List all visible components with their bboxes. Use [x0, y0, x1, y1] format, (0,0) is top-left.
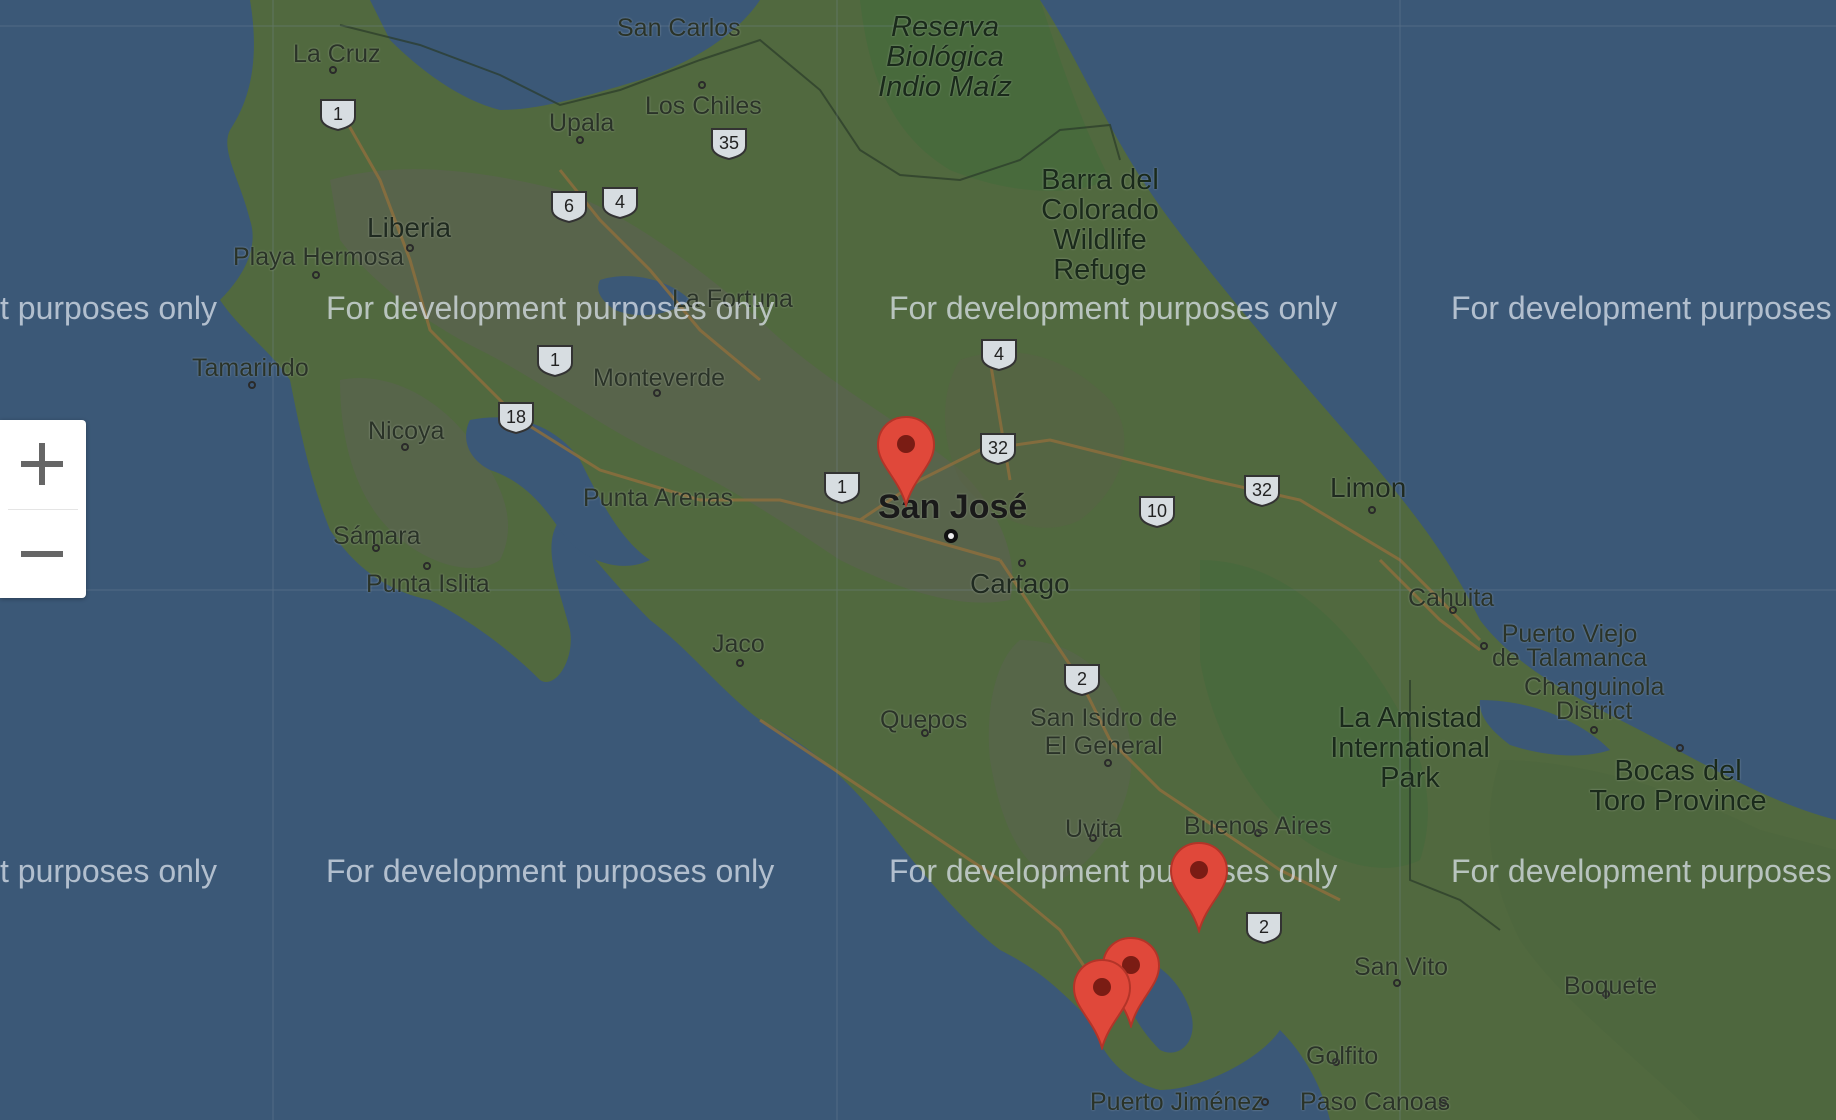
label-liberia: Liberia: [367, 212, 452, 243]
label-uvita: Uvita: [1065, 815, 1122, 843]
label-bocas-line1: Bocas del: [1614, 755, 1742, 787]
route-shield: 4: [600, 185, 640, 219]
plus-icon: [21, 443, 63, 485]
label-reserva-line3: Indio Maíz: [878, 71, 1012, 103]
label-san-isidro-line2: El General: [1044, 732, 1163, 760]
map-terrain: [0, 0, 1836, 1120]
label-reserva-line2: Biológica: [886, 41, 1004, 73]
label-boquete: Boquete: [1564, 972, 1658, 1000]
label-los-chiles: Los Chiles: [645, 92, 762, 120]
label-barra-del-colorado: Barra del Colorado Wildlife Refuge: [1020, 165, 1180, 285]
label-cartago: Cartago: [970, 568, 1070, 599]
label-puerto-viejo-line2: de Talamanca: [1492, 644, 1648, 672]
route-shield: 1: [318, 97, 358, 131]
dev-watermark: For development purposes only: [889, 853, 1338, 889]
label-san-vito: San Vito: [1354, 953, 1449, 981]
label-barra-line2: Colorado: [1041, 194, 1159, 226]
label-punta-arenas: Punta Arenas: [583, 484, 734, 512]
label-amistad-line2: International: [1330, 732, 1490, 764]
route-shield: 32: [978, 431, 1018, 465]
label-golfito: Golfito: [1306, 1042, 1379, 1070]
label-cahuita: Cahuita: [1408, 584, 1495, 612]
map-marker[interactable]: [1072, 958, 1132, 1052]
dev-watermark: For development purposes: [1451, 853, 1832, 889]
dev-watermark: For development purposes only: [326, 290, 775, 326]
label-samara: Sámara: [333, 522, 421, 550]
label-bocas-line2: Toro Province: [1589, 785, 1767, 817]
label-punta-islita: Punta Islita: [366, 570, 490, 598]
dev-watermark: t purposes only: [0, 853, 218, 889]
label-playa-hermosa: Playa Hermosa: [233, 243, 404, 271]
label-quepos: Quepos: [880, 706, 968, 734]
label-barra-line1: Barra del: [1041, 164, 1159, 196]
label-san-isidro: San Isidro de El General: [1030, 704, 1177, 760]
zoom-control: [0, 420, 86, 598]
label-puerto-jimenez: Puerto Jiménez: [1090, 1088, 1264, 1116]
zoom-out-button[interactable]: [0, 510, 86, 598]
dev-watermark: For development purposes: [1451, 290, 1832, 326]
label-san-carlos: San Carlos: [617, 14, 741, 42]
map-canvas[interactable]: San Carlos La Cruz Upala Los Chiles Rese…: [0, 0, 1836, 1120]
label-upala: Upala: [549, 109, 615, 137]
label-amistad-line1: La Amistad: [1338, 702, 1482, 734]
label-amistad-line3: Park: [1380, 762, 1440, 794]
label-jaco: Jaco: [712, 630, 765, 658]
label-la-cruz: La Cruz: [293, 40, 381, 68]
label-changuinola: Changuinola District: [1524, 673, 1665, 725]
label-puerto-viejo-line1: Puerto Viejo: [1501, 620, 1638, 648]
route-shield: 10: [1137, 494, 1177, 528]
label-reserva-indio-maiz: Reserva Biológica Indio Maíz: [870, 12, 1020, 102]
route-shield: 1: [822, 470, 862, 504]
label-barra-line4: Refuge: [1053, 254, 1147, 286]
label-limon: Limon: [1330, 472, 1407, 503]
map-marker[interactable]: [1169, 841, 1229, 935]
label-reserva-line1: Reserva: [891, 11, 999, 43]
label-changuinola-line1: Changuinola: [1524, 673, 1665, 701]
route-shield: 32: [1242, 473, 1282, 507]
minus-icon: [21, 551, 63, 557]
label-tamarindo: Tamarindo: [192, 354, 309, 382]
label-barra-line3: Wildlife: [1053, 224, 1147, 256]
route-shield: 1: [535, 343, 575, 377]
label-san-isidro-line1: San Isidro de: [1030, 704, 1178, 732]
label-paso-canoas: Paso Canoas: [1300, 1088, 1451, 1116]
route-shield: 2: [1244, 910, 1284, 944]
route-shield: 35: [709, 126, 749, 160]
dev-watermark: For development purposes only: [889, 290, 1338, 326]
route-shield: 18: [496, 400, 536, 434]
label-nicoya: Nicoya: [368, 417, 445, 445]
label-changuinola-line2: District: [1556, 697, 1633, 725]
label-la-amistad: La Amistad International Park: [1320, 703, 1500, 793]
dev-watermark: t purposes only: [0, 290, 218, 326]
label-bocas-del-toro: Bocas del Toro Province: [1588, 756, 1768, 816]
route-shield: 4: [979, 337, 1019, 371]
label-buenos-aires: Buenos Aires: [1184, 812, 1332, 840]
label-monteverde: Monteverde: [593, 364, 726, 392]
label-puerto-viejo: Puerto Viejo de Talamanca: [1492, 620, 1648, 672]
zoom-in-button[interactable]: [0, 420, 86, 508]
route-shield: 6: [549, 189, 589, 223]
dev-watermark: For development purposes only: [326, 853, 775, 889]
map-marker[interactable]: [876, 415, 936, 509]
route-shield: 2: [1062, 662, 1102, 696]
